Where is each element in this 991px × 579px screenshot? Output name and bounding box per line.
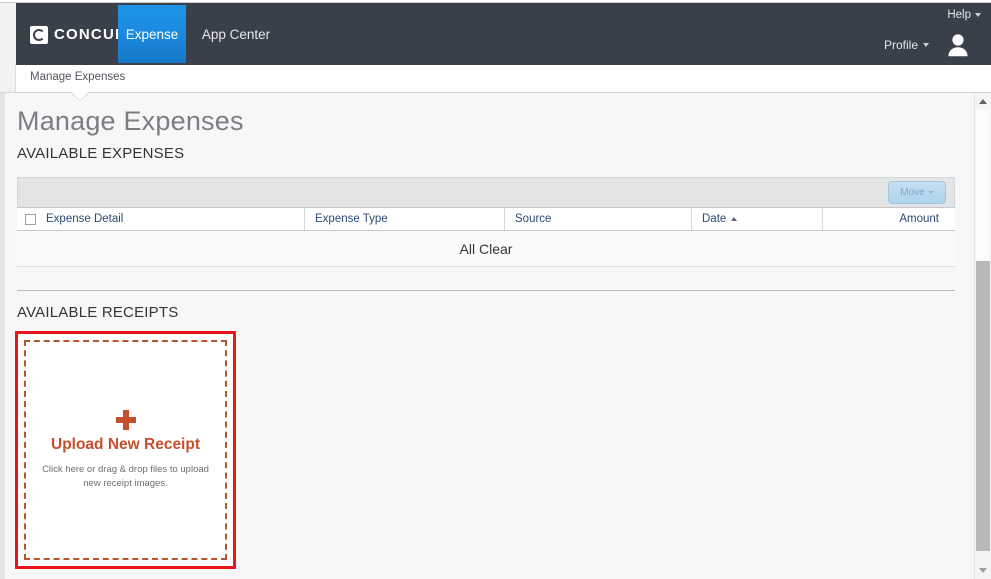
select-all-checkbox[interactable] [25,213,36,225]
column-header-expense-type[interactable]: Expense Type [305,208,505,230]
logo-text: CONCUR [54,26,128,43]
global-header: CONCUR Expense App Center Help Profile [0,3,991,65]
vertical-scrollbar[interactable] [974,93,991,579]
app-window: CONCUR Expense App Center Help Profile M… [0,0,991,579]
column-header-date[interactable]: Date [692,208,823,230]
column-header-label: Expense Detail [46,213,124,225]
page-content: Manage Expenses AVAILABLE EXPENSES Move … [0,93,991,579]
subnav-item-label: Manage Expenses [30,71,126,83]
column-header-label: Source [515,213,552,225]
profile-menu[interactable]: Profile [884,38,929,52]
concur-c-logo-icon [30,25,48,44]
column-header-source[interactable]: Source [505,208,692,230]
scroll-down-arrow-icon[interactable] [975,562,991,579]
upload-receipt-highlight: Upload New Receipt Click here or drag & … [15,331,236,569]
triangle-down-icon [979,568,987,573]
help-menu[interactable]: Help [947,9,981,21]
scrollbar-thumb[interactable] [976,261,990,551]
tab-app-center-label: App Center [201,26,271,42]
move-button-label: Move [900,187,925,198]
plus-icon [115,409,136,430]
empty-state-message: All Clear [459,240,513,257]
scrollbar-track[interactable] [976,110,990,261]
subnav-item-manage-expenses[interactable]: Manage Expenses [30,71,125,83]
column-header-label: Expense Type [315,213,388,225]
grid-header-row: Expense Detail Expense Type Source Date … [17,207,955,231]
tab-app-center[interactable]: App Center [190,5,282,63]
subnav-left-gutter [0,65,16,92]
chevron-down-icon [975,13,981,17]
section-heading-available-receipts: AVAILABLE RECEIPTS [17,304,179,321]
concur-logo[interactable]: CONCUR [30,25,127,44]
upload-new-receipt-tile[interactable]: Upload New Receipt Click here or drag & … [24,340,227,560]
header-left-gutter [0,3,16,65]
upload-tile-subtitle: Click here or drag & drop files to uploa… [42,463,209,489]
triangle-up-icon [979,99,987,104]
page-title: Manage Expenses [17,106,244,136]
sub-navigation-bar: Manage Expenses [0,65,991,93]
column-header-amount[interactable]: Amount [823,208,953,230]
column-header-label: Date [702,213,727,225]
chevron-down-icon [927,191,934,194]
column-header-label: Amount [899,213,939,225]
move-button[interactable]: Move [888,181,946,204]
scroll-up-arrow-icon[interactable] [975,93,991,110]
profile-label: Profile [883,38,918,52]
user-avatar-icon[interactable] [943,30,973,60]
chevron-down-icon [923,43,929,47]
active-subnav-pointer [71,92,89,100]
upload-tile-title: Upload New Receipt [51,435,200,453]
grid-toolbar: Move [17,177,955,207]
column-header-expense-detail[interactable]: Expense Detail [17,208,305,230]
available-expenses-grid: Move Expense Detail Expense Type Source … [17,177,955,267]
help-label: Help [947,9,971,21]
tab-expense[interactable]: Expense [118,5,186,63]
tab-expense-label: Expense [125,26,179,42]
section-heading-available-expenses: AVAILABLE EXPENSES [17,145,185,162]
section-divider [17,290,955,291]
sort-ascending-icon [731,216,738,221]
grid-empty-state: All Clear [17,231,955,267]
